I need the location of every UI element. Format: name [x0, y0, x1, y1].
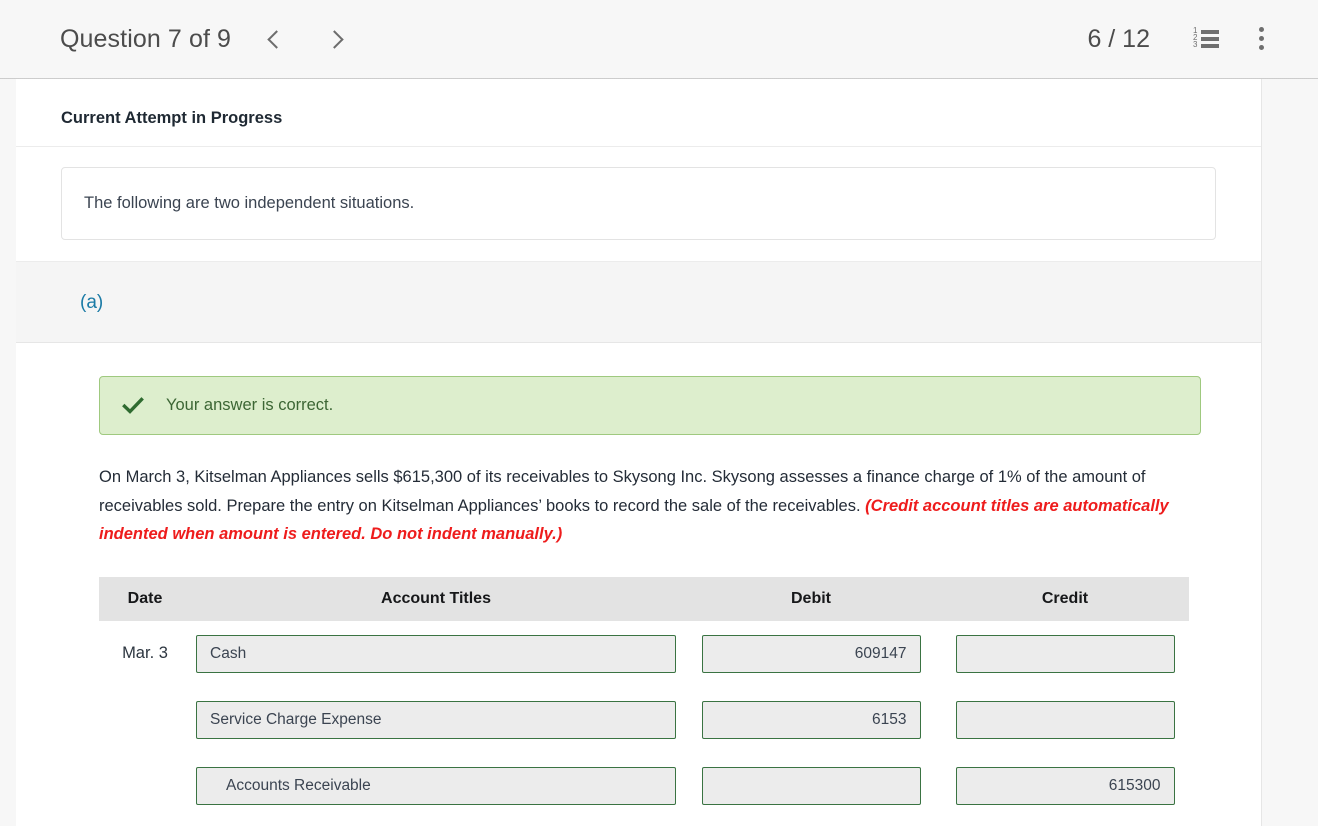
question-list-button[interactable]: 1 2 3	[1178, 17, 1234, 61]
status-banner-correct: Your answer is correct.	[99, 376, 1201, 436]
attempt-heading: Current Attempt in Progress	[61, 109, 283, 127]
check-icon	[122, 395, 144, 417]
debit-amount-input[interactable]: 609147	[701, 634, 921, 673]
row-account-cell: Accounts Receivable	[191, 766, 681, 805]
row-debit-cell: 609147	[681, 634, 941, 673]
journal-entry-table: Date Account Titles Debit Credit Mar. 3 …	[99, 576, 1189, 819]
top-navigation-bar: Question 7 of 9 6 / 12 1 2 3	[0, 0, 1318, 85]
question-navigation	[267, 24, 347, 54]
chevron-right-icon[interactable]	[325, 24, 347, 54]
column-header-credit: Credit	[1041, 589, 1089, 607]
attempt-header: Current Attempt in Progress	[16, 79, 1261, 147]
column-header-account: Account Titles	[381, 589, 491, 607]
row-debit-cell	[681, 766, 941, 805]
part-body: Your answer is correct. On March 3, Kits…	[16, 343, 1261, 818]
part-label: (a)	[80, 292, 104, 314]
numbered-list-icon: 1 2 3	[1193, 27, 1219, 49]
row-credit-cell: 615300	[941, 766, 1189, 805]
column-header-date: Date	[127, 589, 163, 607]
table-row: Service Charge Expense 6153	[99, 687, 1189, 753]
question-panel: Current Attempt in Progress The followin…	[16, 79, 1262, 826]
status-banner-text: Your answer is correct.	[166, 396, 334, 415]
chevron-left-icon[interactable]	[267, 24, 289, 54]
more-options-button[interactable]	[1234, 17, 1290, 61]
part-header-band: (a)	[16, 262, 1261, 344]
situation-box: The following are two independent situat…	[61, 167, 1216, 241]
table-row: Mar. 3 Cash 609147	[99, 621, 1189, 687]
row-credit-cell	[941, 634, 1189, 673]
page-title: Question 7 of 9	[60, 24, 232, 53]
debit-amount-input[interactable]: 6153	[701, 700, 921, 739]
credit-amount-input[interactable]: 615300	[955, 766, 1175, 805]
list-icon-number-3: 3	[1193, 40, 1198, 49]
top-bar-right-controls: 6 / 12 1 2 3	[1087, 17, 1290, 61]
situation-text: The following are two independent situat…	[84, 194, 415, 212]
account-title-input[interactable]: Cash	[196, 634, 676, 673]
column-header-debit: Debit	[791, 589, 831, 607]
row-account-cell: Service Charge Expense	[191, 700, 681, 739]
progress-counter: 6 / 12	[1087, 24, 1150, 53]
row-debit-cell: 6153	[681, 700, 941, 739]
credit-amount-input[interactable]	[955, 700, 1175, 739]
row-date: Mar. 3	[122, 644, 168, 663]
credit-amount-input[interactable]	[955, 634, 1175, 673]
kebab-menu-icon	[1259, 27, 1265, 51]
table-row: Accounts Receivable 615300	[99, 753, 1189, 819]
row-account-cell: Cash	[191, 634, 681, 673]
question-prompt: On March 3, Kitselman Appliances sells $…	[99, 463, 1201, 548]
account-title-input[interactable]: Service Charge Expense	[196, 700, 676, 739]
table-header-row: Date Account Titles Debit Credit	[99, 576, 1189, 621]
row-credit-cell	[941, 700, 1189, 739]
debit-amount-input[interactable]	[701, 766, 921, 805]
account-title-input[interactable]: Accounts Receivable	[196, 766, 676, 805]
question-content-area: Current Attempt in Progress The followin…	[0, 79, 1318, 826]
